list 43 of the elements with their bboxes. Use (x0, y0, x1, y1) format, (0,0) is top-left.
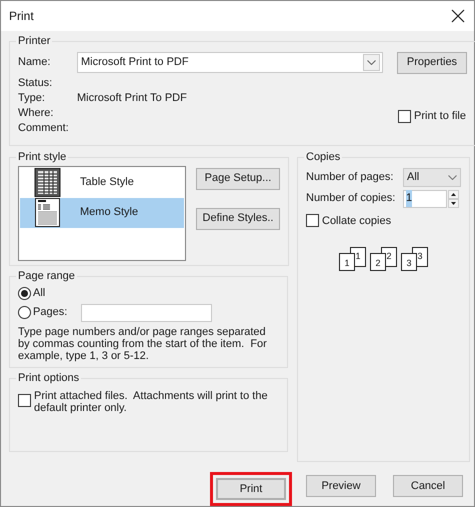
checkbox-label[interactable]: Print to file (414, 108, 466, 125)
field-label: Status: (18, 76, 54, 92)
field-label: Name: (18, 55, 52, 70)
memo-style-icon (34, 198, 61, 227)
field-label: Number of copies: (306, 191, 396, 206)
button[interactable]: Properties (397, 52, 467, 74)
group-label: Copies (305, 150, 342, 165)
checkbox-label[interactable]: Collate copies (322, 212, 392, 229)
button[interactable]: Preview (306, 475, 376, 497)
checkbox-label[interactable]: Print attached files. Attachments will print to the default printer only. (34, 390, 279, 414)
radio-label[interactable]: Pages: (33, 304, 79, 321)
group-label: Print options (17, 371, 80, 386)
list-item[interactable]: Table Style (20, 168, 184, 198)
pages-field[interactable] (81, 304, 212, 322)
spinner-arrows-icon[interactable] (448, 190, 459, 208)
radio-label[interactable]: All (33, 285, 79, 302)
field-label: Number of pages: (306, 170, 394, 185)
table-style-icon (34, 168, 61, 197)
chevron-down-icon (363, 54, 380, 71)
button[interactable]: Define Styles.. (196, 208, 280, 230)
field-label: Type: (18, 91, 46, 106)
button[interactable]: Print (216, 478, 286, 500)
list-item[interactable]: Memo Style (20, 198, 184, 228)
hint-text: Type page numbers and/or page ranges separated by commas counting from the start of the item. For example, type 1, 3 or 5-12. (18, 326, 268, 362)
field-value: Microsoft Print To PDF (77, 91, 187, 106)
checkbox[interactable] (306, 214, 319, 228)
checkbox[interactable] (18, 394, 31, 406)
field-label: Comment: (18, 121, 70, 136)
field-label: Where: (18, 106, 54, 122)
button[interactable]: Page Setup... (196, 168, 280, 190)
window-title: Print (9, 8, 34, 25)
group-label: Print style (17, 150, 68, 165)
radio-button[interactable] (18, 306, 31, 319)
close-icon[interactable] (450, 8, 466, 24)
chevron-down-icon (448, 174, 457, 180)
copies-field[interactable]: 1 (403, 190, 447, 208)
printer-dropdown[interactable]: Microsoft Print to PDF (77, 52, 383, 73)
button[interactable]: Cancel (393, 475, 463, 497)
radio-button[interactable] (18, 287, 31, 300)
group-label: Printer (17, 34, 52, 49)
checkbox[interactable] (398, 110, 411, 123)
pages-dropdown[interactable]: All (403, 168, 461, 186)
group-label: Page range (17, 269, 76, 284)
